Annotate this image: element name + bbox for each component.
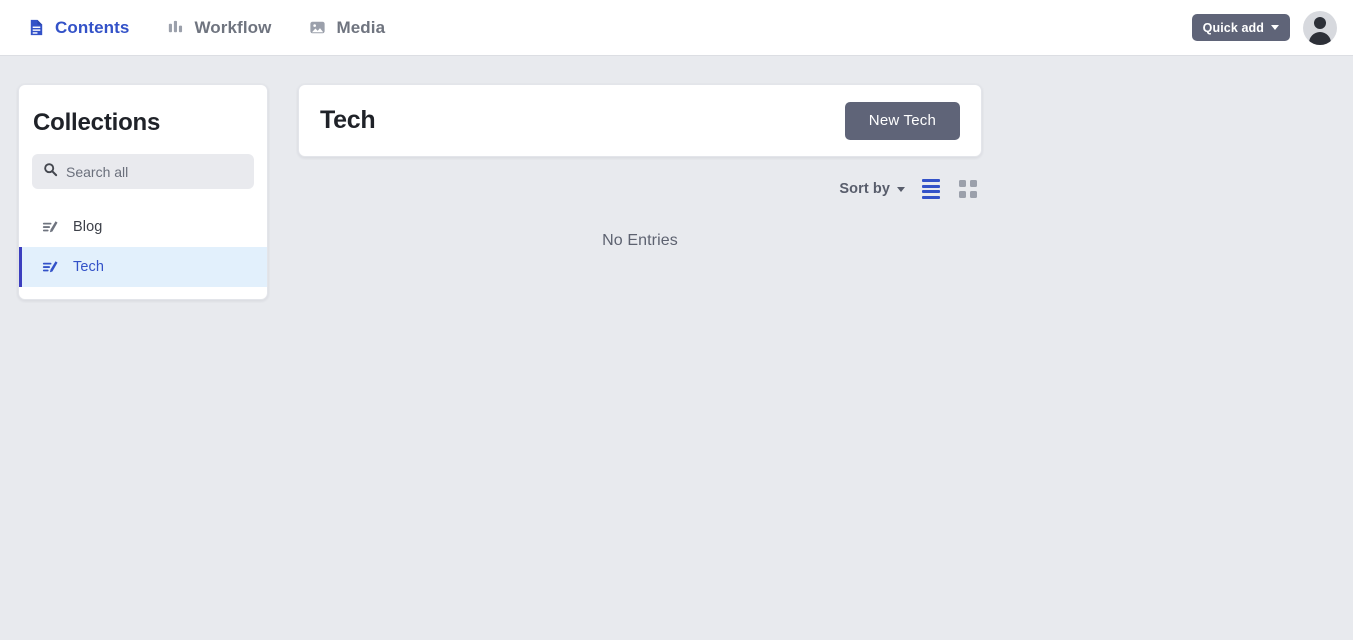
collection-header-card: Tech New Tech bbox=[298, 84, 982, 157]
nav-label-workflow: Workflow bbox=[194, 17, 272, 37]
caret-down-icon bbox=[897, 186, 905, 192]
top-navigation-bar: Contents Workflow Media Quick add bbox=[0, 0, 1353, 56]
collection-list: Blog Tech bbox=[19, 207, 267, 287]
caret-down-icon bbox=[1271, 25, 1279, 30]
sidebar-title: Collections bbox=[33, 109, 161, 136]
nav-label-media: Media bbox=[336, 17, 386, 37]
document-icon bbox=[26, 18, 46, 38]
page-body: Collections Bl bbox=[0, 56, 1353, 300]
sidebar-item-label-tech: Tech bbox=[73, 259, 105, 275]
list-row-3 bbox=[922, 190, 940, 194]
list-row-1 bbox=[922, 179, 940, 183]
nav-item-media[interactable]: Media bbox=[307, 0, 385, 56]
sort-by-label: Sort by bbox=[839, 181, 890, 197]
quick-add-label: Quick add bbox=[1202, 20, 1264, 35]
list-toolbar: Sort by bbox=[298, 157, 982, 200]
nav-label-contents: Contents bbox=[55, 17, 130, 37]
main-content: Tech New Tech Sort by No Entries bbox=[298, 84, 982, 250]
collections-sidebar: Collections Bl bbox=[18, 84, 268, 300]
search-icon bbox=[43, 162, 58, 182]
grid-cell-4 bbox=[970, 191, 977, 198]
avatar-body bbox=[1309, 31, 1331, 45]
search-input[interactable] bbox=[66, 163, 243, 180]
search-box[interactable] bbox=[32, 154, 254, 189]
empty-state-message: No Entries bbox=[602, 232, 678, 249]
grid-cell-3 bbox=[959, 191, 966, 198]
quick-add-button[interactable]: Quick add bbox=[1191, 14, 1290, 41]
grid-cell-1 bbox=[959, 180, 966, 187]
nav-item-contents[interactable]: Contents bbox=[26, 0, 129, 56]
sidebar-item-blog[interactable]: Blog bbox=[19, 207, 267, 247]
compose-icon bbox=[41, 218, 60, 237]
page-title: Tech bbox=[320, 106, 376, 134]
grid-cell-2 bbox=[970, 180, 977, 187]
image-icon bbox=[307, 18, 327, 38]
primary-nav: Contents Workflow Media bbox=[26, 0, 385, 56]
grid-view-icon[interactable] bbox=[957, 178, 979, 200]
new-entry-button[interactable]: New Tech bbox=[844, 101, 960, 140]
list-row-4 bbox=[922, 195, 940, 199]
avatar-head bbox=[1314, 16, 1326, 29]
nav-item-workflow[interactable]: Workflow bbox=[165, 0, 271, 56]
topbar-actions: Quick add bbox=[1191, 10, 1337, 45]
list-row-2 bbox=[922, 184, 940, 188]
avatar[interactable] bbox=[1303, 10, 1337, 45]
compose-icon bbox=[41, 258, 60, 277]
list-view-icon[interactable] bbox=[920, 178, 942, 200]
sidebar-item-tech[interactable]: Tech bbox=[19, 247, 267, 287]
sidebar-item-label-blog: Blog bbox=[73, 219, 103, 235]
sort-by-dropdown[interactable]: Sort by bbox=[839, 181, 905, 197]
bar-chart-icon bbox=[165, 18, 185, 38]
